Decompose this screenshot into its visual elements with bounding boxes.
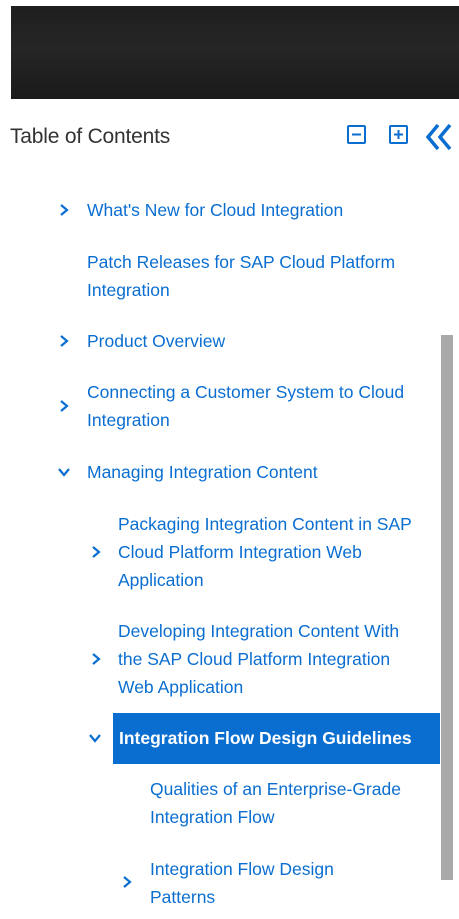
toc-item-label: Connecting a Customer System to Cloud In… (87, 382, 405, 430)
chevron-right-icon[interactable] (57, 399, 71, 413)
toc-item-label: Integration Flow Design Patterns (150, 859, 334, 907)
plus-icon (394, 130, 403, 139)
chevron-right-icon[interactable] (89, 652, 103, 666)
toc-item-label: Qualities of an Enterprise-Grade Integra… (150, 779, 401, 827)
toc-item-packaging-integration-content[interactable]: Packaging Integration Content in SAP Clo… (118, 510, 418, 594)
chevron-right-icon[interactable] (57, 334, 71, 348)
chevron-down-icon[interactable] (88, 731, 102, 745)
toc-title: Table of Contents (10, 125, 171, 148)
toc-item-label: Product Overview (87, 331, 226, 351)
toc-item-label: Patch Releases for SAP Cloud Platform In… (87, 252, 396, 300)
header-banner (11, 6, 459, 99)
toc-item-qualities-enterprise-grade[interactable]: Qualities of an Enterprise-Grade Integra… (150, 775, 435, 831)
scrollbar-thumb[interactable] (441, 335, 453, 880)
toc-item-patch-releases[interactable]: Patch Releases for SAP Cloud Platform In… (87, 248, 437, 304)
minus-icon (352, 133, 361, 136)
toc-item-managing-integration-content[interactable]: Managing Integration Content (87, 458, 432, 486)
expand-all-button[interactable] (389, 125, 408, 144)
chevron-right-icon[interactable] (120, 875, 134, 889)
toc-item-whats-new[interactable]: What's New for Cloud Integration (87, 196, 432, 224)
toc-item-label: Integration Flow Design Guidelines (119, 728, 412, 748)
toc-item-label: Managing Integration Content (87, 462, 318, 482)
toc-item-label: Packaging Integration Content in SAP Clo… (118, 514, 412, 590)
collapse-all-button[interactable] (347, 125, 366, 144)
toc-item-product-overview[interactable]: Product Overview (87, 327, 432, 355)
chevron-right-icon[interactable] (57, 203, 71, 217)
toc-header: Table of Contents (0, 118, 459, 158)
toc-item-label: What's New for Cloud Integration (87, 200, 344, 220)
hide-toc-button[interactable] (423, 122, 457, 152)
toc-item-label: Developing Integration Content With the … (118, 621, 400, 697)
toc-item-connecting-customer-system[interactable]: Connecting a Customer System to Cloud In… (87, 378, 417, 434)
toc-item-developing-integration-content[interactable]: Developing Integration Content With the … (118, 617, 408, 701)
toc-item-integration-flow-design-guidelines[interactable]: Integration Flow Design Guidelines (113, 713, 440, 764)
double-chevron-left-icon (425, 123, 452, 151)
chevron-down-icon[interactable] (57, 465, 71, 479)
toc-item-integration-flow-design-patterns[interactable]: Integration Flow Design Patterns (150, 855, 400, 911)
chevron-right-icon[interactable] (89, 545, 103, 559)
